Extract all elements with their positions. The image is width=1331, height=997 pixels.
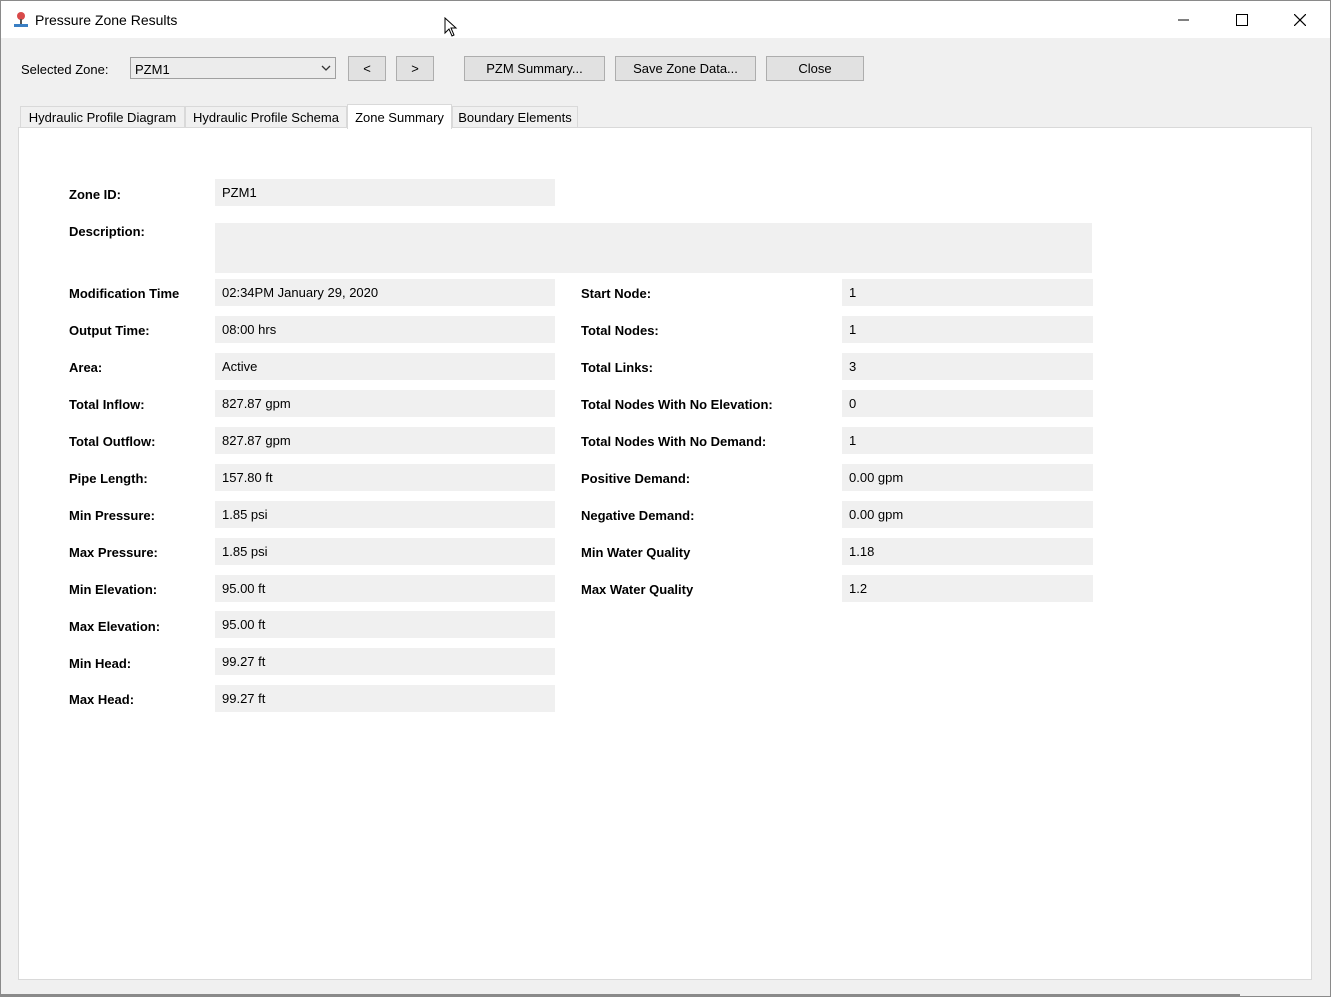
window-title: Pressure Zone Results: [35, 12, 178, 28]
zone-summary-panel: Zone ID: PZM1 Description: Modification …: [18, 127, 1312, 980]
pipe-length-label: Pipe Length:: [69, 471, 148, 486]
max-pressure-field: 1.85 psi: [215, 538, 555, 565]
min-elevation-field: 95.00 ft: [215, 575, 555, 602]
min-elevation-label: Min Elevation:: [69, 582, 158, 597]
min-water-quality-label: Min Water Quality: [581, 545, 691, 560]
positive-demand-field: 0.00 gpm: [842, 464, 1093, 491]
area-field: Active: [215, 353, 555, 380]
pressure-zone-results-window: Pressure Zone Results Selected Zone: PZM…: [0, 0, 1331, 997]
selected-zone-label: Selected Zone:: [21, 62, 109, 77]
total-outflow-field: 827.87 gpm: [215, 427, 555, 454]
max-elevation-label: Max Elevation:: [69, 619, 161, 634]
bottom-border: [0, 994, 1240, 996]
output-time-label: Output Time:: [69, 323, 150, 338]
tab-zone-summary[interactable]: Zone Summary: [347, 104, 452, 129]
total-nodes-no-elevation-label: Total Nodes With No Elevation:: [581, 397, 773, 412]
min-pressure-field: 1.85 psi: [215, 501, 555, 528]
negative-demand-label: Negative Demand:: [581, 508, 695, 523]
zone-id-label: Zone ID:: [69, 187, 121, 202]
close-icon: [1294, 13, 1306, 26]
title-bar: Pressure Zone Results: [1, 1, 1330, 38]
total-nodes-no-demand-label: Total Nodes With No Demand:: [581, 434, 767, 449]
total-nodes-label: Total Nodes:: [581, 323, 659, 338]
tab-boundary-elements[interactable]: Boundary Elements: [452, 106, 578, 128]
total-nodes-no-elevation-field: 0: [842, 390, 1093, 417]
min-water-quality-field: 1.18: [842, 538, 1093, 565]
mouse-cursor-icon: [444, 17, 458, 37]
description-field: [215, 223, 1092, 273]
modification-time-label: Modification Time: [69, 286, 180, 301]
min-head-label: Min Head:: [69, 656, 132, 671]
tab-hydraulic-profile-schema[interactable]: Hydraulic Profile Schema: [185, 106, 347, 128]
total-links-label: Total Links:: [581, 360, 653, 375]
max-pressure-label: Max Pressure:: [69, 545, 158, 560]
pipe-length-field: 157.80 ft: [215, 464, 555, 491]
max-water-quality-field: 1.2: [842, 575, 1093, 602]
total-inflow-label: Total Inflow:: [69, 397, 145, 412]
close-window-button[interactable]: [1271, 1, 1329, 38]
positive-demand-label: Positive Demand:: [581, 471, 691, 486]
minimize-icon: [1178, 19, 1189, 20]
total-links-field: 3: [842, 353, 1093, 380]
zone-id-field: PZM1: [215, 179, 555, 206]
app-icon: [14, 12, 28, 27]
next-zone-button[interactable]: >: [396, 56, 434, 81]
start-node-label: Start Node:: [581, 286, 652, 301]
description-label: Description:: [69, 224, 145, 239]
max-head-label: Max Head:: [69, 692, 135, 707]
tab-hydraulic-profile-diagram[interactable]: Hydraulic Profile Diagram: [20, 106, 185, 128]
max-water-quality-label: Max Water Quality: [581, 582, 694, 597]
pzm-summary-button[interactable]: PZM Summary...: [464, 56, 605, 81]
selected-zone-value: PZM1: [135, 62, 170, 77]
min-pressure-label: Min Pressure:: [69, 508, 155, 523]
save-zone-data-button[interactable]: Save Zone Data...: [615, 56, 756, 81]
max-head-field: 99.27 ft: [215, 685, 555, 712]
output-time-field: 08:00 hrs: [215, 316, 555, 343]
chevron-down-icon: [321, 65, 331, 71]
previous-zone-button[interactable]: <: [348, 56, 386, 81]
maximize-icon: [1236, 13, 1248, 26]
total-nodes-field: 1: [842, 316, 1093, 343]
area-label: Area:: [69, 360, 103, 375]
max-elevation-field: 95.00 ft: [215, 611, 555, 638]
total-outflow-label: Total Outflow:: [69, 434, 156, 449]
min-head-field: 99.27 ft: [215, 648, 555, 675]
maximize-button[interactable]: [1213, 1, 1271, 38]
selected-zone-dropdown[interactable]: PZM1: [130, 57, 336, 79]
close-button[interactable]: Close: [766, 56, 864, 81]
modification-time-field: 02:34PM January 29, 2020: [215, 279, 555, 306]
total-inflow-field: 827.87 gpm: [215, 390, 555, 417]
negative-demand-field: 0.00 gpm: [842, 501, 1093, 528]
minimize-button[interactable]: [1155, 1, 1213, 38]
start-node-field: 1: [842, 279, 1093, 306]
total-nodes-no-demand-field: 1: [842, 427, 1093, 454]
